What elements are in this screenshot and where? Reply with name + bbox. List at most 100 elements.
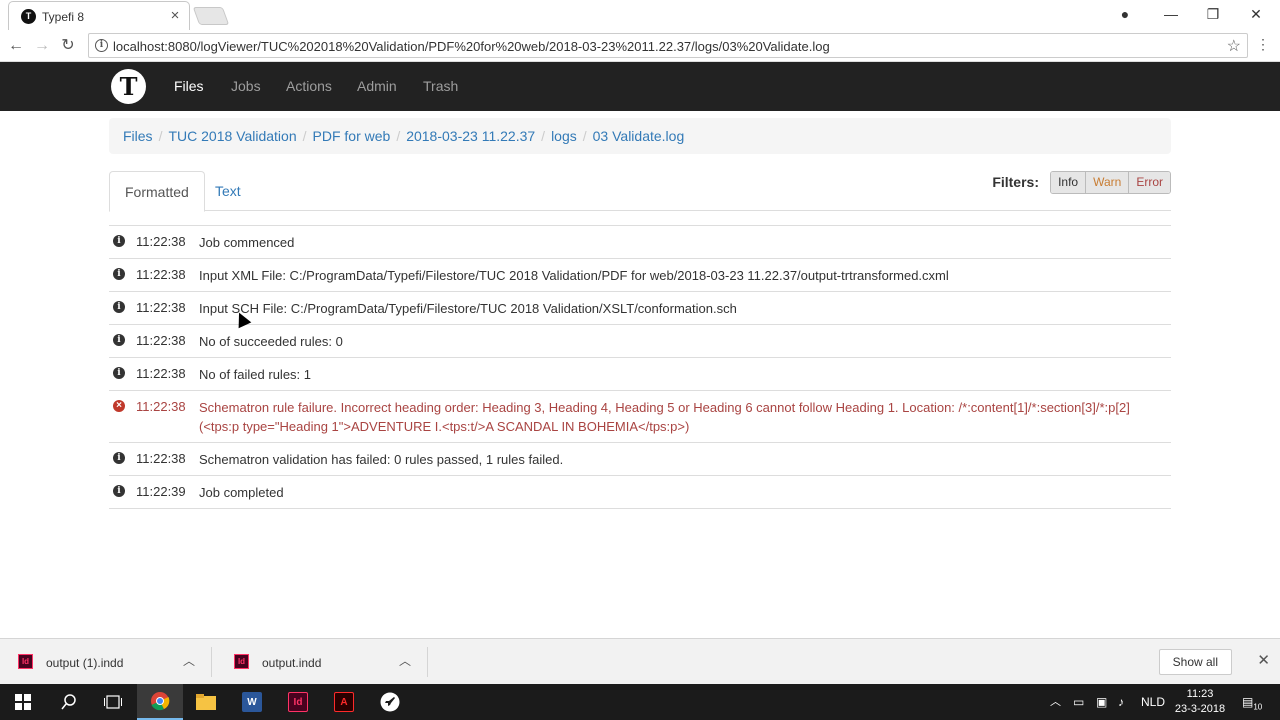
task-view-icon[interactable]: [90, 684, 136, 720]
filter-button-group: Info Warn Error: [1050, 171, 1171, 194]
indesign-file-icon: Id: [234, 654, 249, 669]
tab-text[interactable]: Text: [200, 171, 256, 211]
back-icon[interactable]: ←: [6, 36, 26, 56]
download-item[interactable]: Id output (1).indd ︿: [0, 647, 212, 677]
chevron-up-icon[interactable]: ︿: [399, 652, 411, 669]
reload-icon[interactable]: ↻: [58, 36, 78, 56]
restore-button[interactable]: ❐: [1191, 0, 1235, 28]
breadcrumb-current[interactable]: 03 Validate.log: [593, 128, 685, 144]
breadcrumb-folder[interactable]: TUC 2018 Validation: [168, 128, 296, 144]
chrome-icon[interactable]: [137, 684, 183, 720]
log-message: No of failed rules: 1: [199, 367, 312, 382]
tab-title: Typefi 8: [42, 10, 85, 24]
breadcrumb-files[interactable]: Files: [123, 128, 153, 144]
error-icon: ×: [113, 400, 125, 412]
download-item[interactable]: Id output.indd ︿: [216, 647, 428, 677]
tab-formatted[interactable]: Formatted: [109, 171, 205, 212]
network-icon[interactable]: ▣: [1096, 684, 1107, 720]
notifications-icon[interactable]: ▤10: [1242, 684, 1262, 720]
chevron-up-icon[interactable]: ︿: [183, 652, 195, 669]
log-message: Job completed: [199, 485, 284, 500]
breadcrumb-folder[interactable]: PDF for web: [313, 128, 391, 144]
search-icon[interactable]: [46, 684, 92, 720]
info-icon: i: [113, 485, 125, 497]
start-icon[interactable]: [0, 684, 46, 720]
notification-count: 10: [1253, 702, 1263, 712]
battery-icon[interactable]: ▭: [1073, 684, 1084, 720]
breadcrumb-folder[interactable]: 2018-03-23 11.22.37: [406, 128, 535, 144]
log-time: 11:22:38: [136, 451, 186, 466]
volume-icon[interactable]: ♪: [1118, 684, 1124, 720]
nav-actions[interactable]: Actions: [286, 78, 332, 94]
log-row: i 11:22:38 Input SCH File: C:/ProgramDat…: [109, 292, 1171, 325]
profile-icon[interactable]: ●: [1103, 0, 1147, 28]
nav-jobs[interactable]: Jobs: [231, 78, 261, 94]
filters-label: Filters:: [992, 174, 1039, 190]
log-row: i 11:22:39 Job completed: [109, 476, 1171, 509]
view-tabs: Formatted Text Filters: Info Warn Error: [109, 171, 1171, 212]
breadcrumb-separator: /: [582, 128, 587, 144]
log-row: i 11:22:38 Input XML File: C:/ProgramDat…: [109, 259, 1171, 292]
log-time: 11:22:39: [136, 484, 186, 499]
log-row-error: × 11:22:38 Schematron rule failure. Inco…: [109, 391, 1171, 443]
browser-menu-icon[interactable]: ⋮: [1256, 36, 1270, 53]
download-filename[interactable]: output (1).indd: [46, 656, 123, 670]
breadcrumb-separator: /: [541, 128, 546, 144]
language-indicator[interactable]: NLD: [1141, 684, 1165, 720]
nav-admin[interactable]: Admin: [357, 78, 397, 94]
typefi-logo[interactable]: T: [111, 69, 146, 104]
nav-trash[interactable]: Trash: [423, 78, 458, 94]
clock[interactable]: 11:23 23-3-2018: [1168, 687, 1232, 717]
breadcrumb-folder[interactable]: logs: [551, 128, 577, 144]
close-downloads-icon[interactable]: ✕: [1257, 651, 1270, 669]
info-icon: i: [113, 367, 125, 379]
log-table: i 11:22:38 Job commenced i 11:22:38 Inpu…: [109, 225, 1171, 509]
address-bar[interactable]: i localhost:8080/logViewer/TUC%202018%20…: [88, 33, 1248, 58]
log-row: i 11:22:38 Schematron validation has fai…: [109, 443, 1171, 476]
log-message: Input XML File: C:/ProgramData/Typefi/Fi…: [199, 268, 949, 283]
filter-info-button[interactable]: Info: [1051, 172, 1087, 193]
rocket-icon[interactable]: [367, 684, 413, 720]
acrobat-icon[interactable]: A: [321, 684, 367, 720]
url-text[interactable]: localhost:8080/logViewer/TUC%202018%20Va…: [113, 39, 830, 54]
breadcrumb-separator: /: [302, 128, 307, 144]
filter-warn-button[interactable]: Warn: [1086, 172, 1130, 193]
log-message: Input SCH File: C:/ProgramData/Typefi/Fi…: [199, 301, 737, 316]
browser-tab-strip: T Typefi 8 × ● — ❐ ✕: [0, 0, 1280, 30]
word-glyph: W: [242, 692, 262, 712]
clock-time: 11:23: [1186, 688, 1214, 700]
download-filename[interactable]: output.indd: [262, 656, 321, 670]
log-row: i 11:22:38 No of succeeded rules: 0: [109, 325, 1171, 358]
nav-files[interactable]: Files: [174, 78, 204, 94]
log-time: 11:22:38: [136, 333, 186, 348]
minimize-button[interactable]: —: [1149, 0, 1193, 28]
show-all-button[interactable]: Show all: [1158, 649, 1232, 675]
close-window-button[interactable]: ✕: [1234, 0, 1278, 28]
breadcrumb-separator: /: [158, 128, 163, 144]
log-time: 11:22:38: [136, 267, 186, 282]
info-icon: i: [113, 452, 125, 464]
bookmark-star-icon[interactable]: ☆: [1227, 36, 1241, 56]
word-icon[interactable]: W: [229, 684, 275, 720]
log-message: Schematron rule failure. Incorrect headi…: [199, 400, 1130, 434]
info-icon: i: [113, 235, 125, 247]
indesign-icon[interactable]: Id: [275, 684, 321, 720]
breadcrumb-separator: /: [396, 128, 401, 144]
typefi-favicon-icon: T: [21, 9, 36, 24]
info-icon: i: [113, 301, 125, 313]
close-tab-icon[interactable]: ×: [167, 8, 183, 24]
log-time: 11:22:38: [136, 399, 186, 414]
forward-icon[interactable]: →: [32, 36, 52, 56]
indesign-file-icon: Id: [18, 654, 33, 669]
filter-error-button[interactable]: Error: [1129, 172, 1170, 193]
acrobat-glyph: A: [334, 692, 354, 712]
info-icon: i: [113, 268, 125, 280]
site-info-icon[interactable]: i: [95, 39, 108, 52]
breadcrumb: Files / TUC 2018 Validation / PDF for web / 20…: [109, 118, 1171, 154]
new-tab-button[interactable]: [192, 7, 230, 25]
log-row: i 11:22:38 No of failed rules: 1: [109, 358, 1171, 391]
app-navbar: T Files Jobs Actions Admin Trash: [0, 62, 1280, 111]
file-explorer-icon[interactable]: [183, 684, 229, 720]
chevron-up-icon[interactable]: ︿: [1050, 684, 1061, 720]
browser-tab[interactable]: T Typefi 8 ×: [8, 1, 190, 30]
